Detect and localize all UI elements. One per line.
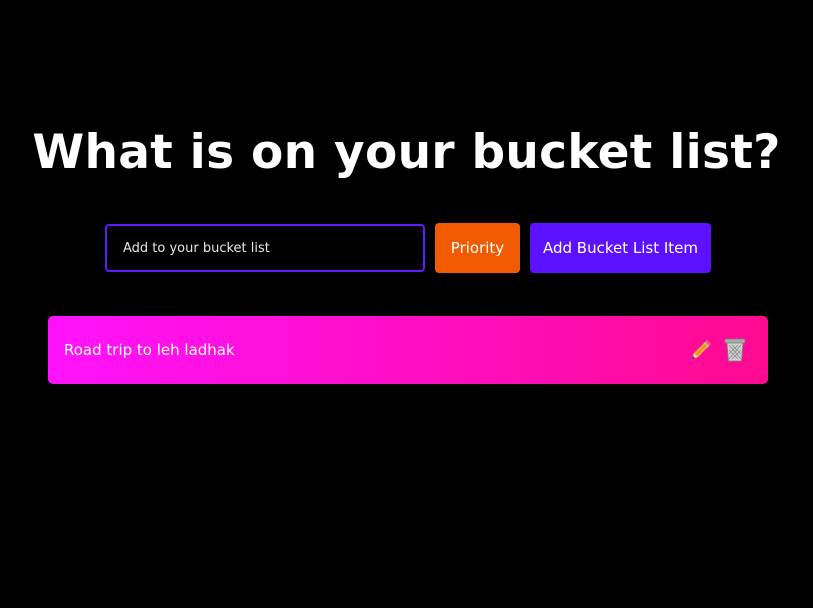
trash-icon[interactable] xyxy=(722,336,748,364)
bucket-list-app: What is on your bucket list? Priority Ad… xyxy=(0,0,813,608)
list-item-actions xyxy=(688,336,748,364)
pencil-icon[interactable] xyxy=(688,336,714,364)
add-item-form: Priority Add Bucket List Item xyxy=(105,223,711,273)
list-item: Road trip to leh ladhak xyxy=(48,316,768,384)
page-title: What is on your bucket list? xyxy=(32,125,781,180)
list-item-text: Road trip to leh ladhak xyxy=(64,341,235,359)
add-bucket-list-item-button[interactable]: Add Bucket List Item xyxy=(530,223,711,273)
bucket-list-input[interactable] xyxy=(105,224,425,272)
priority-button[interactable]: Priority xyxy=(435,223,520,273)
bucket-list: Road trip to leh ladhak xyxy=(48,316,768,384)
